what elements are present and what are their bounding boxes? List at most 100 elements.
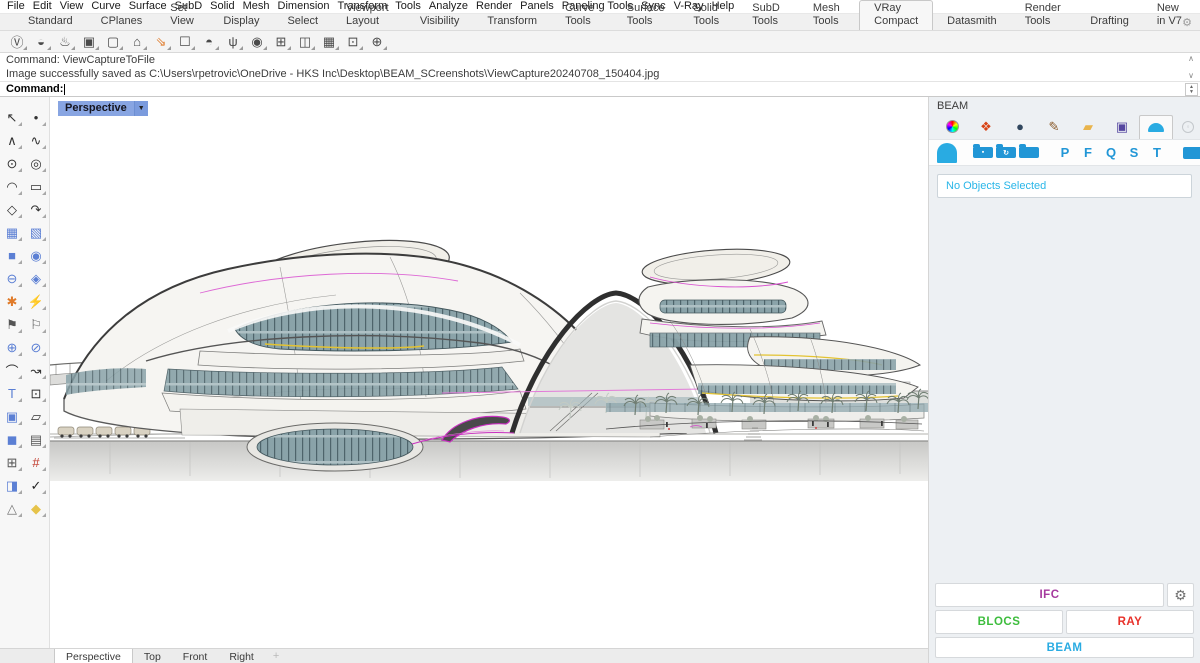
toolbar-tab[interactable]: Drafting bbox=[1076, 14, 1143, 30]
toolbar-tab[interactable]: Mesh Tools bbox=[799, 1, 859, 30]
viewport-tab[interactable]: Front bbox=[172, 649, 219, 663]
sphere-icon[interactable]: ◉ bbox=[25, 245, 48, 266]
account-icon[interactable] bbox=[1183, 147, 1200, 159]
toolbar-tab[interactable]: SubD Tools bbox=[738, 1, 799, 30]
block-icon[interactable]: ▣ bbox=[1, 406, 24, 427]
menu-item[interactable]: Render bbox=[472, 0, 516, 13]
copy-icon[interactable]: ◨ bbox=[1, 475, 24, 496]
beam-spacer-2[interactable] bbox=[1042, 143, 1052, 163]
beam-home-icon[interactable] bbox=[937, 143, 957, 163]
sun-icon[interactable]: ⇘ bbox=[150, 33, 172, 51]
array-surface-icon[interactable]: ▤ bbox=[25, 429, 48, 450]
beam-spacer-3[interactable] bbox=[1170, 143, 1180, 163]
toolbar-tab[interactable]: Transform bbox=[473, 14, 551, 30]
blocs-button[interactable]: BLOCS bbox=[935, 610, 1063, 634]
polygon-icon[interactable]: ◇ bbox=[1, 199, 24, 220]
viewport-tab[interactable]: Right bbox=[218, 649, 265, 663]
dimension-icon[interactable]: # bbox=[25, 452, 48, 473]
render-viewport-icon[interactable]: ▣ bbox=[78, 33, 100, 51]
settings-gear-icon[interactable]: ⚙ bbox=[1167, 583, 1194, 607]
boolean-union-icon[interactable]: ⊕ bbox=[1, 337, 24, 358]
array-grid-icon[interactable]: ⊞ bbox=[1, 452, 24, 473]
vray-logo-icon[interactable]: Ⓥ bbox=[6, 33, 28, 51]
project-folder-icon[interactable]: ▪ bbox=[973, 147, 993, 158]
scroll-down-icon[interactable]: ∨ bbox=[1188, 71, 1194, 80]
browse-folder-icon[interactable] bbox=[1019, 147, 1039, 158]
command-input[interactable]: Command: bbox=[0, 82, 1200, 97]
viewport-tab[interactable]: Top bbox=[133, 649, 172, 663]
check-icon[interactable]: ✓ bbox=[25, 475, 48, 496]
spin-down-icon[interactable]: ▼ bbox=[1189, 90, 1194, 95]
point-icon[interactable]: • bbox=[25, 107, 48, 128]
menu-item[interactable]: Dimension bbox=[274, 0, 334, 13]
arc-icon[interactable]: ◠ bbox=[1, 176, 24, 197]
tool-f-icon[interactable]: F bbox=[1078, 143, 1098, 163]
ray-button[interactable]: RAY bbox=[1066, 610, 1194, 634]
tool-p-icon[interactable]: P bbox=[1055, 143, 1075, 163]
beam-panel-icon[interactable] bbox=[1139, 115, 1173, 139]
select-arrow-icon[interactable]: ↖ bbox=[1, 107, 24, 128]
toolbar-tab[interactable]: Curve Tools bbox=[551, 1, 613, 30]
light-grid-icon[interactable]: ⊞ bbox=[270, 33, 292, 51]
interactive-render-icon[interactable]: ⊕ bbox=[366, 33, 388, 51]
rectangle-icon[interactable]: ▭ bbox=[25, 176, 48, 197]
circle-icon[interactable]: ⊙ bbox=[1, 153, 24, 174]
libraries-panel-icon[interactable]: ▰ bbox=[1071, 115, 1105, 139]
toolbar-tab[interactable]: Display bbox=[209, 14, 273, 30]
ellipse-icon[interactable]: ◎ bbox=[25, 153, 48, 174]
blend-curve-icon[interactable]: ↷ bbox=[25, 199, 48, 220]
render-panel-icon[interactable]: ● bbox=[1003, 115, 1037, 139]
viewport-tab[interactable]: Perspective bbox=[54, 649, 133, 663]
toolbar-tab[interactable]: CPlanes bbox=[87, 14, 157, 30]
toolbar-tab[interactable]: Standard bbox=[14, 14, 87, 30]
viewport-label-dropdown[interactable]: ▼ bbox=[134, 101, 148, 116]
toolbar-tab[interactable]: Viewport Layout bbox=[332, 1, 406, 30]
control-points-icon[interactable]: ⊡ bbox=[25, 383, 48, 404]
cplane-icon[interactable]: ▱ bbox=[25, 406, 48, 427]
proxy-box-icon[interactable]: ☐ bbox=[174, 33, 196, 51]
beam-spacer-1[interactable] bbox=[960, 143, 970, 163]
surface-grid-icon[interactable]: ▦ bbox=[1, 222, 24, 243]
named-views-panel-icon[interactable]: ▣ bbox=[1105, 115, 1139, 139]
notes-panel-icon[interactable]: ✎ bbox=[1037, 115, 1071, 139]
curve-interpolate-icon[interactable]: ∿ bbox=[25, 130, 48, 151]
menu-item[interactable]: Analyze bbox=[425, 0, 472, 13]
new-viewport-tab-icon[interactable]: + bbox=[265, 649, 287, 663]
toolbar-tab[interactable]: Select bbox=[273, 14, 332, 30]
menu-item[interactable]: File bbox=[3, 0, 29, 13]
curve-boolean-b-icon[interactable]: ⚐ bbox=[25, 314, 48, 335]
asset-editor-icon[interactable]: ◒ bbox=[30, 33, 52, 51]
viewport-label[interactable]: Perspective ▼ bbox=[58, 101, 148, 116]
tool-q-icon[interactable]: Q bbox=[1101, 143, 1121, 163]
explode-icon[interactable]: ✱ bbox=[1, 291, 24, 312]
menu-item[interactable]: View bbox=[56, 0, 88, 13]
toolbar-tab[interactable]: Render Tools bbox=[1011, 1, 1077, 30]
tool-t-icon[interactable]: T bbox=[1147, 143, 1167, 163]
render-icon[interactable]: ♨ bbox=[54, 33, 76, 51]
menu-item[interactable]: Edit bbox=[29, 0, 56, 13]
boolean-intersect-icon[interactable]: ⊘ bbox=[25, 337, 48, 358]
command-history[interactable]: Command: ViewCaptureToFile Image success… bbox=[0, 53, 1200, 82]
twist-surface-icon[interactable]: ◈ bbox=[25, 268, 48, 289]
scatter-icon[interactable]: ◉ bbox=[246, 33, 268, 51]
menu-item[interactable]: Solid bbox=[206, 0, 238, 13]
clipper-icon[interactable]: ⊡ bbox=[342, 33, 364, 51]
fur-icon[interactable]: ψ bbox=[222, 33, 244, 51]
toolbar-tab[interactable]: Set View bbox=[156, 1, 209, 30]
toolbar-tab[interactable]: VRay Compact bbox=[859, 0, 933, 30]
toolbar-tab[interactable]: Solid Tools bbox=[679, 1, 738, 30]
text-icon[interactable]: T bbox=[1, 383, 24, 404]
toolbar-tab[interactable]: Datasmith bbox=[933, 14, 1011, 30]
dome-light-icon[interactable]: ◓ bbox=[198, 33, 220, 51]
primitives-icon[interactable]: △ bbox=[1, 498, 24, 519]
panel-options-icon[interactable]: ◦ bbox=[1182, 121, 1194, 133]
tool-s-icon[interactable]: S bbox=[1124, 143, 1144, 163]
scroll-up-icon[interactable]: ∧ bbox=[1188, 54, 1194, 63]
ifc-button[interactable]: IFC bbox=[935, 583, 1164, 607]
toolbar-tab[interactable]: Surface Tools bbox=[613, 1, 680, 30]
menu-item[interactable]: Curve bbox=[87, 0, 124, 13]
infinite-plane-icon[interactable]: ▦ bbox=[318, 33, 340, 51]
toolbar-options-gear-icon[interactable]: ⚙ bbox=[1182, 16, 1192, 29]
curve-boolean-a-icon[interactable]: ⚑ bbox=[1, 314, 24, 335]
gem-icon[interactable]: ◆ bbox=[25, 498, 48, 519]
